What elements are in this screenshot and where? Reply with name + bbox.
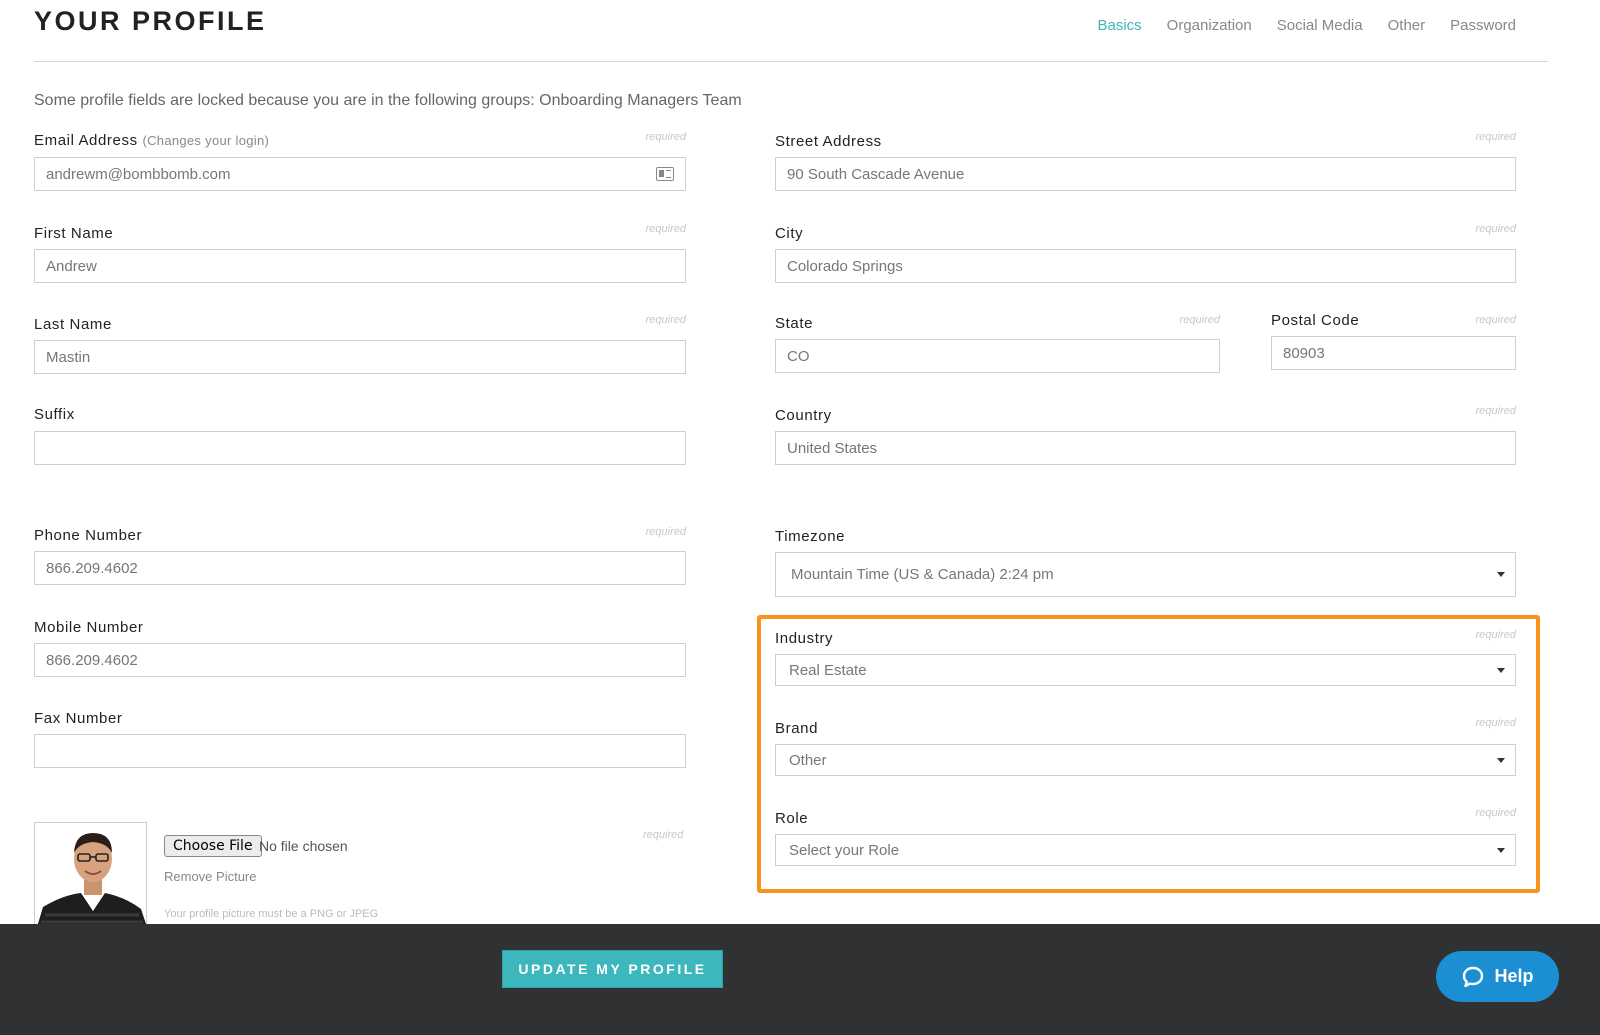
postal-value: 80903 [1283,344,1325,362]
phone-field[interactable]: 866.209.4602 [34,551,686,585]
profile-photo [37,833,146,925]
street-field-group: Street Address required 90 South Cascade… [775,128,1516,192]
phone-field-group: Phone Number required 866.209.4602 [34,523,686,587]
required-marker: required [1475,223,1516,235]
timezone-value: Mountain Time (US & Canada) 2:24 pm [791,566,1054,583]
first-name-field[interactable]: Andrew [34,249,686,283]
required-marker: required [1179,314,1220,326]
country-value: United States [787,439,878,457]
last-name-field[interactable]: Mastin [34,340,686,374]
state-value: CO [787,347,810,365]
page-title: YOUR PROFILE [34,6,267,36]
country-field[interactable]: United States [775,431,1516,465]
city-field[interactable]: Colorado Springs [775,249,1516,283]
tab-password[interactable]: Password [1450,17,1516,34]
help-button[interactable]: Help [1436,951,1559,1002]
required-marker: required [643,829,684,841]
street-label: Street Address [775,133,882,150]
profile-tabs: Basics Organization Social Media Other P… [1097,17,1516,34]
tab-basics[interactable]: Basics [1097,17,1141,34]
avatar [34,822,147,926]
tab-other[interactable]: Other [1388,17,1426,34]
timezone-label: Timezone [775,528,846,545]
timezone-select[interactable]: Mountain Time (US & Canada) 2:24 pm [775,552,1516,597]
city-value: Colorado Springs [787,257,903,275]
required-marker: required [645,131,686,143]
tab-social-media[interactable]: Social Media [1277,17,1363,34]
no-file-chosen-text: No file chosen [259,838,348,854]
postal-field-group: Postal Code required 80903 [1271,309,1516,373]
contact-card-icon[interactable] [656,167,674,181]
fax-field[interactable] [34,734,686,768]
required-marker: required [645,314,686,326]
required-marker: required [645,223,686,235]
mobile-value: 866.209.4602 [46,651,138,669]
required-marker: required [1475,405,1516,417]
first-name-label: First Name [34,225,114,242]
city-label: City [775,225,804,242]
country-field-group: Country required United States [775,403,1516,467]
street-value: 90 South Cascade Avenue [787,165,965,183]
city-field-group: City required Colorado Springs [775,220,1516,284]
tab-organization[interactable]: Organization [1167,17,1252,34]
postal-label: Postal Code [1271,312,1360,329]
street-address-field[interactable]: 90 South Cascade Avenue [775,157,1516,191]
remove-picture-link[interactable]: Remove Picture [164,869,256,884]
email-label: Email Address (Changes your login) [34,132,270,149]
first-name-field-group: First Name required Andrew [34,220,686,284]
email-field[interactable]: andrewm@bombbomb.com [34,157,686,191]
state-label: State [775,315,814,332]
dropdown-caret-icon [1497,572,1505,577]
help-label: Help [1494,966,1534,986]
phone-label: Phone Number [34,527,143,544]
locked-fields-notice: Some profile fields are locked because y… [34,92,742,109]
required-marker: required [1475,131,1516,143]
mobile-label: Mobile Number [34,619,144,636]
highlight-box [757,615,1540,893]
choose-file-button[interactable]: Choose File [164,835,262,857]
last-name-value: Mastin [46,348,91,366]
phone-value: 866.209.4602 [46,559,138,577]
last-name-label: Last Name [34,316,112,333]
timezone-field-group: Timezone Mountain Time (US & Canada) 2:2… [775,525,1516,597]
chat-bubble-icon [1463,966,1484,987]
picture-format-hint: Your profile picture must be a PNG or JP… [164,908,379,920]
state-field-group: State required CO [775,311,1220,375]
country-label: Country [775,407,832,424]
mobile-field-group: Mobile Number 866.209.4602 [34,615,686,679]
first-name-value: Andrew [46,257,97,275]
footer-bar [0,924,1600,1035]
suffix-label: Suffix [34,406,75,423]
suffix-field[interactable] [34,431,686,465]
email-hint: (Changes your login) [142,133,270,148]
last-name-field-group: Last Name required Mastin [34,312,686,376]
state-field[interactable]: CO [775,339,1220,373]
header-divider [34,61,1548,62]
update-profile-button[interactable]: UPDATE MY PROFILE [502,950,723,988]
email-value: andrewm@bombbomb.com [46,165,231,183]
fax-label: Fax Number [34,710,123,727]
suffix-field-group: Suffix [34,403,686,467]
fax-field-group: Fax Number [34,706,686,770]
mobile-field[interactable]: 866.209.4602 [34,643,686,677]
required-marker: required [645,526,686,538]
email-field-group: Email Address (Changes your login) requi… [34,128,686,192]
postal-code-field[interactable]: 80903 [1271,336,1516,370]
required-marker: required [1475,314,1516,326]
